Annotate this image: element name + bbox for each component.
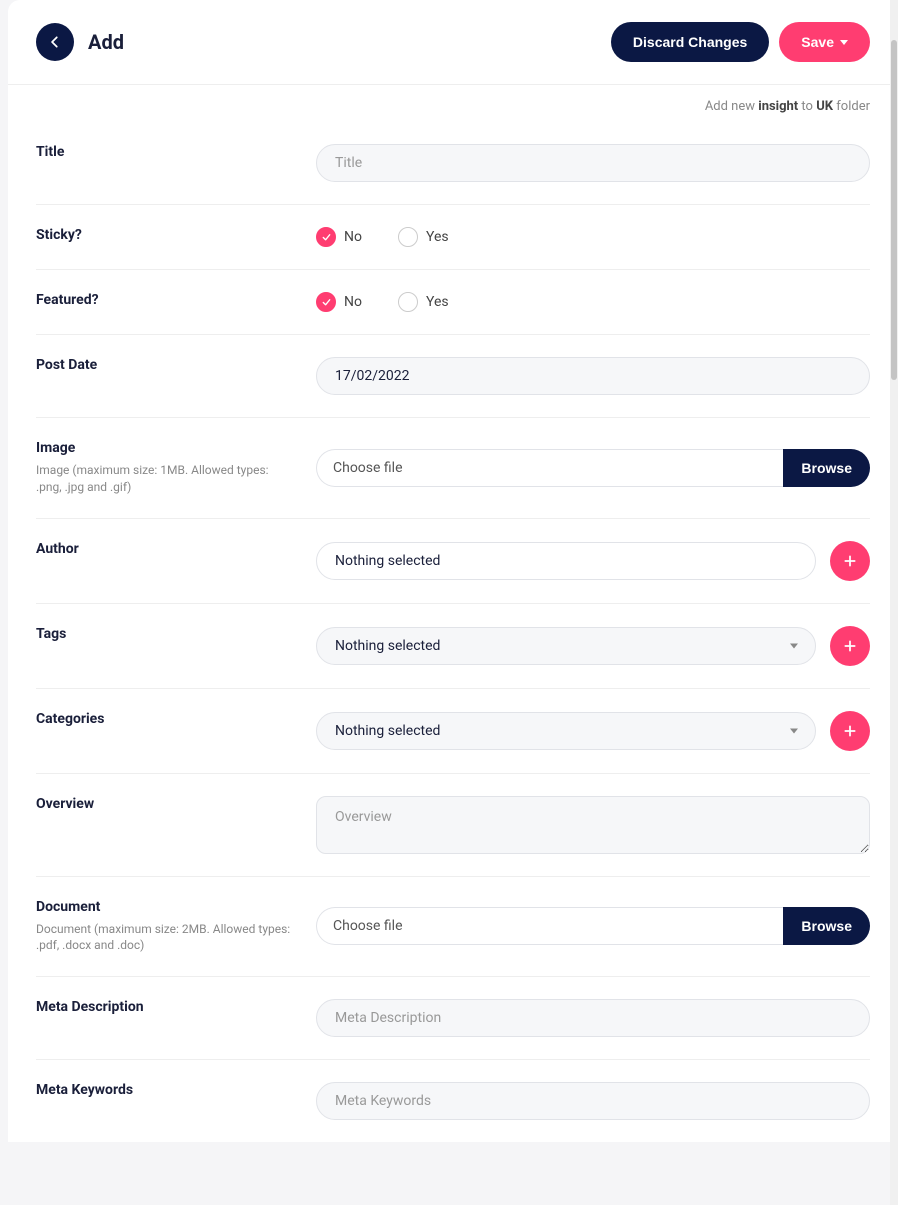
featured-label: Featured?	[36, 292, 296, 308]
breadcrumb-mid: to	[798, 99, 816, 114]
image-hint: Image (maximum size: 1MB. Allowed types:…	[36, 462, 296, 496]
featured-yes-radio[interactable]: Yes	[398, 292, 449, 312]
document-label: Document	[36, 899, 296, 915]
sticky-no-radio[interactable]: No	[316, 227, 362, 247]
sticky-yes-radio[interactable]: Yes	[398, 227, 449, 247]
document-file-display[interactable]: Choose file	[316, 907, 783, 945]
sticky-no-label: No	[344, 229, 362, 245]
categories-label: Categories	[36, 711, 296, 727]
featured-no-radio[interactable]: No	[316, 292, 362, 312]
document-browse-button[interactable]: Browse	[783, 907, 870, 945]
author-label: Author	[36, 541, 296, 557]
featured-no-label: No	[344, 294, 362, 310]
breadcrumb-folder: UK	[816, 99, 833, 114]
post-date-input[interactable]	[316, 357, 870, 395]
add-tag-button[interactable]	[830, 626, 870, 666]
save-button-label: Save	[801, 34, 834, 50]
overview-label: Overview	[36, 796, 296, 812]
radio-checked-icon	[316, 227, 336, 247]
caret-down-icon	[840, 40, 848, 45]
tags-select[interactable]: Nothing selected	[316, 627, 816, 665]
plus-icon	[843, 554, 857, 568]
post-date-label: Post Date	[36, 357, 296, 373]
breadcrumb-prefix: Add new	[705, 99, 758, 114]
breadcrumb: Add new insight to UK folder	[8, 85, 898, 122]
chevron-left-icon	[48, 35, 62, 49]
featured-yes-label: Yes	[426, 294, 449, 310]
categories-select[interactable]: Nothing selected	[316, 712, 816, 750]
breadcrumb-entity: insight	[758, 99, 798, 114]
add-author-button[interactable]	[830, 541, 870, 581]
page-header: Add Discard Changes Save	[8, 0, 898, 85]
meta-keywords-input[interactable]	[316, 1082, 870, 1120]
breadcrumb-suffix: folder	[833, 99, 870, 114]
image-browse-button[interactable]: Browse	[783, 449, 870, 487]
save-button[interactable]: Save	[779, 22, 870, 62]
document-hint: Document (maximum size: 2MB. Allowed typ…	[36, 921, 296, 955]
discard-button[interactable]: Discard Changes	[611, 22, 769, 62]
meta-keywords-label: Meta Keywords	[36, 1082, 296, 1098]
back-button[interactable]	[36, 23, 74, 61]
meta-description-input[interactable]	[316, 999, 870, 1037]
page-title: Add	[88, 30, 124, 54]
radio-checked-icon	[316, 292, 336, 312]
radio-unchecked-icon	[398, 292, 418, 312]
scrollbar-track[interactable]	[890, 0, 898, 1205]
sticky-yes-label: Yes	[426, 229, 449, 245]
image-file-display[interactable]: Choose file	[316, 449, 783, 487]
sticky-label: Sticky?	[36, 227, 296, 243]
radio-unchecked-icon	[398, 227, 418, 247]
overview-textarea[interactable]	[316, 796, 870, 854]
scrollbar-thumb[interactable]	[891, 40, 897, 380]
meta-description-label: Meta Description	[36, 999, 296, 1015]
title-label: Title	[36, 144, 296, 160]
image-label: Image	[36, 440, 296, 456]
tags-label: Tags	[36, 626, 296, 642]
add-category-button[interactable]	[830, 711, 870, 751]
author-select[interactable]: Nothing selected	[316, 542, 816, 580]
plus-icon	[843, 639, 857, 653]
title-input[interactable]	[316, 144, 870, 182]
plus-icon	[843, 724, 857, 738]
